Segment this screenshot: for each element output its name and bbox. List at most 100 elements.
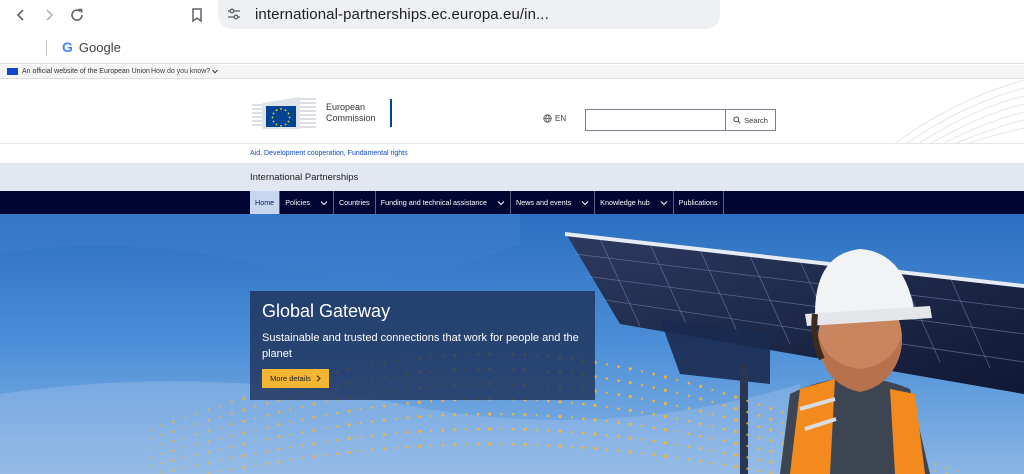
decorative-dot <box>757 458 761 461</box>
decorative-dot <box>312 441 316 446</box>
decorative-dot <box>277 410 281 414</box>
decorative-dot <box>160 471 164 474</box>
decorative-dot <box>781 411 784 414</box>
language-selector[interactable]: EN <box>543 114 566 123</box>
decorative-dot <box>488 442 492 446</box>
decorative-dot <box>734 407 738 411</box>
decorative-dot <box>628 408 632 412</box>
decorative-dot <box>195 453 199 457</box>
decorative-dot <box>617 365 620 368</box>
decorative-dot <box>312 455 316 459</box>
logo-line1: European <box>326 102 366 112</box>
nav-item-home[interactable]: Home <box>250 191 281 214</box>
bookmark-icon[interactable] <box>186 4 208 26</box>
nav-item-label: Funding and technical assistance <box>380 198 488 207</box>
decorative-dot <box>558 444 562 448</box>
more-details-label: More details <box>270 374 311 383</box>
decorative-dot <box>617 435 620 438</box>
decorative-dot <box>570 445 573 448</box>
decorative-dot <box>699 384 703 388</box>
decorative-dot <box>734 465 738 469</box>
decorative-dot <box>371 420 374 423</box>
decorative-dot <box>359 408 362 411</box>
decorative-dot <box>663 441 668 445</box>
nav-item-knowledge-hub[interactable]: Knowledge hub <box>595 191 674 214</box>
decorative-dot <box>711 388 714 391</box>
bookmark-google[interactable]: G Google <box>62 39 121 55</box>
decorative-dot <box>265 425 269 429</box>
header-decoration <box>894 80 1024 143</box>
decorative-dot <box>570 431 573 434</box>
decorative-dot <box>148 464 152 468</box>
decorative-dot <box>687 381 691 385</box>
how-do-you-know-link[interactable]: How do you know? <box>151 68 219 75</box>
nav-item-countries[interactable]: Countries <box>334 191 376 214</box>
decorative-dot <box>148 437 152 441</box>
decorative-dot <box>277 460 281 464</box>
decorative-dot <box>184 416 187 419</box>
decorative-dot <box>699 422 703 426</box>
decorative-dot <box>195 463 199 467</box>
decorative-dot <box>300 456 304 460</box>
decorative-dot <box>160 452 164 456</box>
nav-item-news-and-events[interactable]: News and events <box>511 191 596 214</box>
ec-logo-icon <box>252 97 316 129</box>
decorative-dot <box>242 431 246 435</box>
search-input[interactable] <box>586 110 726 130</box>
decorative-dot <box>184 426 187 429</box>
decorative-dot <box>582 402 585 406</box>
decorative-dot <box>394 432 398 435</box>
nav-item-label: Home <box>255 198 275 207</box>
more-details-button[interactable]: More details <box>262 369 329 388</box>
address-bar[interactable]: international-partnerships.ec.europa.eu/… <box>218 0 720 29</box>
decorative-dot <box>546 399 550 403</box>
search-button[interactable]: Search <box>725 110 775 130</box>
decorative-dot <box>488 412 492 416</box>
decorative-dot <box>652 426 656 430</box>
decorative-dot <box>523 442 527 447</box>
decorative-dot <box>500 442 503 446</box>
decorative-dot <box>652 386 656 389</box>
decorative-dot <box>254 440 257 443</box>
decorative-dot <box>171 468 175 472</box>
decorative-dot <box>347 409 351 413</box>
reload-icon[interactable] <box>66 4 88 26</box>
decorative-dot <box>769 417 773 421</box>
nav-item-funding-and-technical-assistance[interactable]: Funding and technical assistance <box>376 191 512 214</box>
decorative-dot <box>535 443 538 446</box>
forward-icon[interactable] <box>38 4 60 26</box>
decorative-dot <box>652 413 656 416</box>
chevron-right-icon <box>316 375 321 382</box>
decorative-dot <box>734 441 738 445</box>
nav-item-policies[interactable]: Policies <box>280 191 334 214</box>
decorative-dot <box>676 456 679 459</box>
decorative-dot <box>371 434 374 438</box>
decorative-dot <box>582 417 585 420</box>
decorative-dot <box>171 449 175 453</box>
nav-item-publications[interactable]: Publications <box>674 191 724 214</box>
decorative-dot <box>371 448 374 452</box>
decorative-dot <box>430 429 433 432</box>
decorative-dot <box>277 435 281 439</box>
site-settings-icon[interactable] <box>227 7 241 26</box>
decorative-dot <box>219 448 222 451</box>
ec-logo[interactable]: European Commission <box>250 95 392 131</box>
decorative-dot <box>523 413 527 417</box>
decorative-dot <box>171 458 175 462</box>
decorative-dot <box>230 467 234 471</box>
back-icon[interactable] <box>10 4 32 26</box>
chevron-down-icon <box>497 200 505 205</box>
decorative-dot <box>300 418 304 421</box>
decorative-dot <box>160 443 164 446</box>
site-name[interactable]: International Partnerships <box>250 172 358 183</box>
decorative-dot <box>406 401 410 405</box>
decorative-dot <box>628 367 632 371</box>
hero-card: Global Gateway Sustainable and trusted c… <box>250 291 595 400</box>
decorative-dot <box>746 456 749 459</box>
decorative-dot <box>722 392 726 395</box>
breadcrumb-text[interactable]: Aid, Development cooperation, Fundamenta… <box>250 150 408 157</box>
decorative-dot <box>465 413 468 416</box>
logo-divider <box>389 99 392 127</box>
decorative-dot <box>628 395 632 399</box>
decorative-dot <box>265 437 269 441</box>
